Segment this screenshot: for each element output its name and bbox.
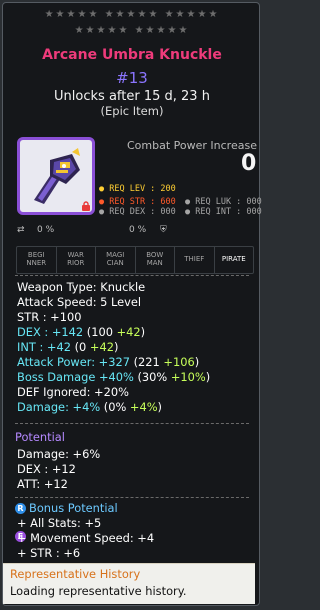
- job-thief: THIEF: [175, 247, 215, 273]
- divider: [15, 497, 249, 498]
- trade-lock-icon: [82, 201, 90, 211]
- rare-potential-icon: R: [15, 503, 26, 514]
- req-level: ● REQ LEV : 200: [99, 184, 176, 194]
- divider: [15, 275, 249, 276]
- req-dex: ● REQ DEX : 000: [99, 207, 176, 217]
- bonus-potential-line: + Movement Speed: +4: [17, 531, 155, 545]
- stat-int: INT : +42 (0 +42): [17, 340, 119, 354]
- stat-dex: DEX : +142 (100 +42): [17, 325, 146, 339]
- job-pirate: PIRATE: [221, 255, 246, 263]
- req-int: ● REQ INT : 000: [185, 207, 262, 217]
- potential-line: ATT: +12: [17, 477, 68, 491]
- job-warrior: WAR RIOR: [57, 247, 96, 273]
- representative-history-panel: Representative History Loading represent…: [3, 563, 255, 604]
- item-grade: (Epic Item): [100, 104, 164, 118]
- stat-boss-damage: Boss Damage +40% (30% +10%): [17, 370, 211, 384]
- representative-history-title: Representative History: [10, 567, 141, 581]
- representative-history-status: Loading representative history.: [10, 584, 187, 598]
- tradeable-icon: ⇄: [17, 225, 25, 235]
- bonus-potential-header: R Bonus Potential: [15, 501, 118, 515]
- potential-header: E Potential: [15, 430, 65, 542]
- job-requirements: BEGI NNER WAR RIOR MAGI CIAN BOW MAN THIEF P…: [16, 246, 254, 274]
- req-luk: ● REQ LUK : 000: [185, 197, 262, 207]
- attack-speed: Attack Speed: 5 Level: [17, 295, 142, 309]
- pct-value-1: 0 %: [37, 225, 55, 235]
- combat-power-value: 0: [241, 151, 257, 176]
- combat-power-label: Combat Power Increase: [127, 139, 257, 152]
- item-flags-row: ⇄ 0 % 0 % ⛨: [17, 225, 252, 241]
- item-tooltip: ★★★★★ ★★★★★ ★★★★★ ★★★★★ ★★★★★ Arcane Umb…: [2, 2, 262, 606]
- star-force-row-2: ★★★★★ ★★★★★: [74, 25, 190, 36]
- unlock-timer: Unlocks after 15 d, 23 h: [54, 89, 210, 104]
- potential-line: DEX : +12: [17, 462, 76, 476]
- bonus-potential-line: + All Stats: +5: [17, 516, 102, 530]
- req-str: ● REQ STR : 600: [99, 197, 176, 207]
- divider: [15, 423, 249, 424]
- stat-str: STR : +100: [17, 310, 82, 324]
- job-magician: MAGI CIAN: [96, 247, 136, 273]
- item-number: #13: [116, 69, 148, 87]
- job-beginner: BEGI NNER: [17, 247, 57, 273]
- item-name: Arcane Umbra Knuckle: [42, 47, 222, 63]
- star-force-row-1: ★★★★★ ★★★★★ ★★★★★: [44, 9, 220, 20]
- shield-icon: ⛨: [160, 225, 167, 235]
- bonus-potential-line: + STR : +6: [17, 546, 81, 560]
- pct-value-2: 0 %: [129, 225, 147, 235]
- potential-line: Damage: +6%: [17, 447, 101, 461]
- job-bowman: BOW MAN: [136, 247, 175, 273]
- stat-damage: Damage: +4% (0% +4%): [17, 400, 162, 414]
- weapon-type: Weapon Type: Knuckle: [17, 280, 146, 294]
- stat-def-ignored: DEF Ignored: +20%: [17, 385, 129, 399]
- stat-attack-power: Attack Power: +327 (221 +106): [17, 355, 200, 369]
